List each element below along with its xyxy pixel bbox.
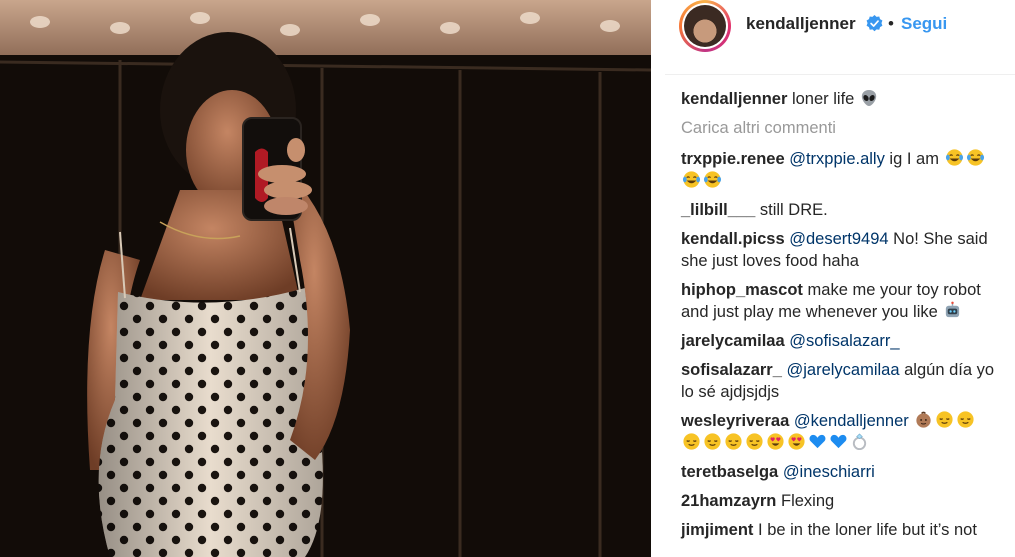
caption-text: loner life bbox=[791, 90, 855, 108]
header-separator: • bbox=[888, 14, 894, 33]
robot-icon bbox=[946, 301, 960, 318]
caption-username[interactable]: kendalljenner bbox=[681, 90, 787, 108]
tears-of-joy-icon bbox=[945, 149, 963, 166]
mirror-selfie-image bbox=[0, 0, 651, 557]
comment-item: kendall.picss @desert9494 No! She said s… bbox=[681, 228, 1011, 272]
comment-item: sofisalazarr_ @jarelycamilaa algún día y… bbox=[681, 359, 1011, 403]
follow-button[interactable]: Segui bbox=[901, 14, 947, 34]
comment-text: ig I am bbox=[884, 150, 939, 168]
comment-username[interactable]: 21hamzayrn bbox=[681, 492, 776, 510]
comment-item: wesleyriveraa @kendalljenner bbox=[681, 410, 1011, 454]
comment-item: jarelycamilaa @sofisalazarr_ bbox=[681, 330, 1011, 352]
comment-text: I be in the loner life but it’s not bbox=[758, 521, 977, 539]
avatar-photo bbox=[684, 5, 726, 47]
comment-username[interactable]: kendall.picss bbox=[681, 230, 785, 248]
comment-username[interactable]: sofisalazarr_ bbox=[681, 361, 782, 379]
post-header: kendalljenner • Segui bbox=[665, 0, 1015, 75]
comment-username[interactable]: jimjiment bbox=[681, 521, 753, 539]
comment-username[interactable]: hiphop_mascot bbox=[681, 281, 803, 299]
comment-mention[interactable]: @kendalljenner bbox=[794, 412, 909, 430]
comment-username[interactable]: jarelycamilaa bbox=[681, 332, 785, 350]
comment-text: Flexing bbox=[780, 492, 835, 510]
relieved-icon bbox=[936, 411, 953, 428]
comment-username[interactable]: _lilbill___ bbox=[681, 201, 755, 219]
tears-of-joy-icon bbox=[703, 171, 722, 188]
post-caption: kendalljenner loner life bbox=[681, 88, 1011, 110]
relieved-icon bbox=[725, 433, 742, 450]
comment-mention[interactable]: @jarelycamilaa bbox=[787, 361, 900, 379]
blue-heart-icon bbox=[809, 434, 826, 449]
comment-item: _lilbill___ still DRE. bbox=[681, 199, 1011, 221]
baby-icon bbox=[916, 411, 931, 428]
heart-eyes-icon bbox=[788, 433, 805, 450]
relieved-icon bbox=[746, 433, 763, 450]
comment-item: jimjiment I be in the loner life but it’… bbox=[681, 519, 1011, 541]
verified-badge-icon bbox=[866, 15, 883, 32]
comment-username[interactable]: trxppie.renee bbox=[681, 150, 785, 168]
relieved-icon bbox=[957, 411, 974, 428]
comments-list: kendalljenner loner life Carica altri co… bbox=[681, 88, 1011, 548]
comment-mention[interactable]: @trxppie.ally bbox=[789, 150, 885, 168]
alien-icon bbox=[861, 90, 877, 106]
relieved-icon bbox=[683, 433, 700, 450]
relieved-icon bbox=[704, 433, 721, 450]
comment-mention[interactable]: @desert9494 bbox=[789, 230, 888, 248]
heart-eyes-icon bbox=[767, 433, 784, 450]
comment-text: still DRE. bbox=[759, 201, 828, 219]
post-sidebar: kendalljenner • Segui kendalljenner lone… bbox=[665, 0, 1015, 557]
tears-of-joy-icon bbox=[682, 171, 701, 188]
profile-avatar[interactable] bbox=[679, 0, 731, 52]
comment-item: 21hamzayrn Flexing bbox=[681, 490, 1011, 512]
comment-username[interactable]: teretbaselga bbox=[681, 463, 778, 481]
load-more-comments-link[interactable]: Carica altri commenti bbox=[681, 117, 1011, 139]
comment-username[interactable]: wesleyriveraa bbox=[681, 412, 789, 430]
header-username[interactable]: kendalljenner bbox=[746, 14, 856, 34]
comment-item: teretbaselga @ineschiarri bbox=[681, 461, 1011, 483]
comment-mention[interactable]: @sofisalazarr_ bbox=[789, 332, 899, 350]
comment-item: trxppie.renee @trxppie.ally ig I am bbox=[681, 148, 1011, 192]
avatar-inner bbox=[682, 3, 728, 49]
comment-mention[interactable]: @ineschiarri bbox=[783, 463, 875, 481]
ring-icon bbox=[852, 433, 867, 451]
tears-of-joy-icon bbox=[966, 149, 984, 166]
comment-item: hiphop_mascot make me your toy robot and… bbox=[681, 279, 1011, 323]
blue-heart-icon bbox=[830, 434, 847, 449]
post-photo[interactable] bbox=[0, 0, 651, 557]
